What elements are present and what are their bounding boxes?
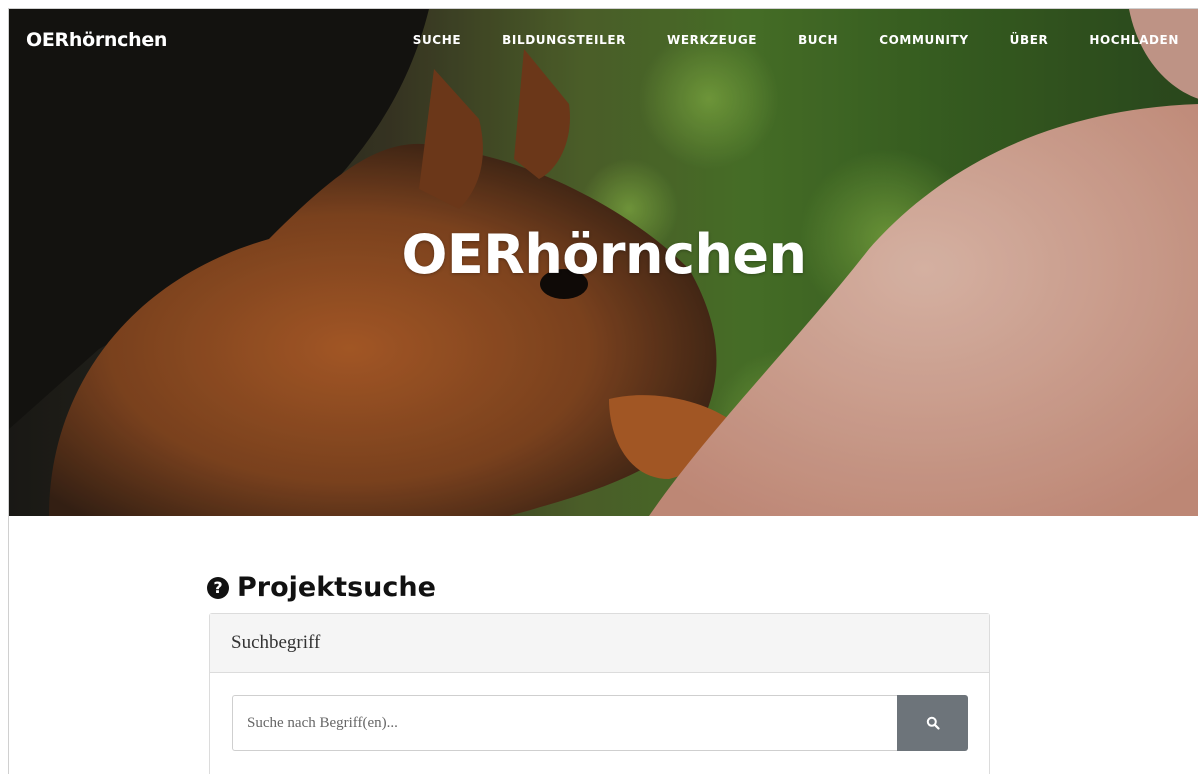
nav-item-suche[interactable]: SUCHE [413,33,461,47]
page-frame: OERhörnchen SUCHE BILDUNGSTEILER WERKZEU… [8,8,1198,774]
nav-item-buch[interactable]: BUCH [798,33,838,47]
nav-item-werkzeuge[interactable]: WERKZEUGE [667,33,757,47]
panel-heading: Suchbegriff [210,614,989,673]
search-row [232,695,968,751]
nav-links: SUCHE BILDUNGSTEILER WERKZEUGE BUCH COMM… [372,33,1179,47]
search-button[interactable] [897,695,968,751]
section-title-text: Projektsuche [237,572,436,603]
hero-title: OERhörnchen [401,223,807,286]
nav-item-bildungsteiler[interactable]: BILDUNGSTEILER [502,33,626,47]
nav-item-ueber[interactable]: ÜBER [1010,33,1049,47]
brand-logo[interactable]: OERhörnchen [26,29,167,51]
search-input[interactable] [232,695,897,751]
nav-item-community[interactable]: COMMUNITY [879,33,968,47]
search-panel: Suchbegriff [209,613,990,774]
nav-item-hochladen[interactable]: HOCHLADEN [1089,33,1179,47]
question-circle-icon: ? [207,576,229,599]
top-navbar: OERhörnchen SUCHE BILDUNGSTEILER WERKZEU… [9,9,1198,71]
search-icon [926,716,940,730]
hero-banner: OERhörnchen SUCHE BILDUNGSTEILER WERKZEU… [9,9,1198,516]
panel-heading-text: Suchbegriff [231,632,321,653]
section-title: ? Projektsuche [207,572,436,603]
